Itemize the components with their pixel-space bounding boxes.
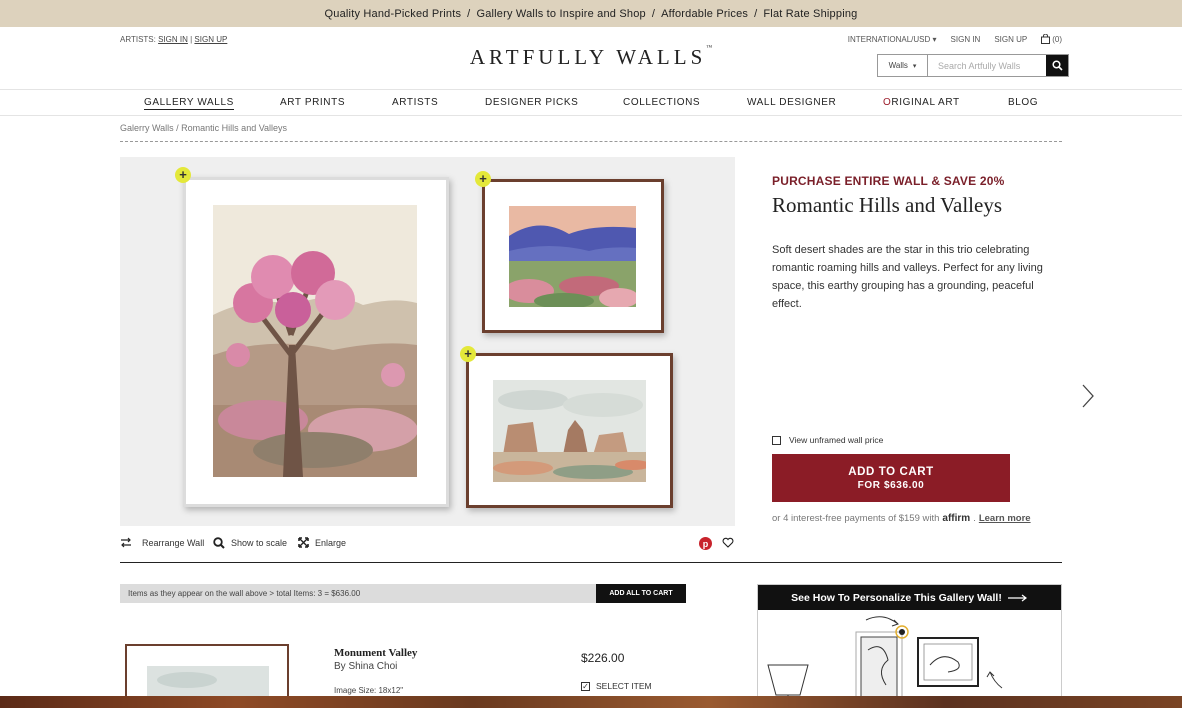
pinterest-icon: p <box>699 537 712 550</box>
add-item-plus-icon[interactable]: + <box>175 167 191 183</box>
wall-tools: Rearrange Wall Show to scale Enlarge p <box>120 537 738 553</box>
artwork-image-joshua-tree <box>213 205 417 477</box>
next-wall-arrow[interactable] <box>1081 383 1095 414</box>
artwork-frame-joshua-tree[interactable] <box>183 177 449 507</box>
affirm-financing: or 4 interest-free payments of $159 with… <box>772 513 1031 524</box>
unframed-label: View unframed wall price <box>789 435 884 445</box>
add-item-plus-icon[interactable]: + <box>460 346 476 362</box>
nav-wall-designer[interactable]: WALL DESIGNER <box>747 97 836 108</box>
nav-artists[interactable]: ARTISTS <box>392 97 438 108</box>
logo-text: ARTFULLY WALLS <box>469 45 707 69</box>
arrow-right-icon <box>1007 594 1027 601</box>
items-summary-bar: Items as they appear on the wall above >… <box>120 584 596 603</box>
select-item-checkbox[interactable]: ✓ <box>581 681 590 691</box>
shopping-bag-icon <box>1041 34 1051 44</box>
gallery-wall-preview: + + + <box>120 157 735 526</box>
trademark-symbol: ™ <box>706 45 713 51</box>
caret-down-icon: ▾ <box>912 62 917 70</box>
show-to-scale-button[interactable]: Show to scale <box>213 537 287 549</box>
bottom-decor-strip <box>0 696 1182 708</box>
dashed-divider <box>120 141 1062 142</box>
search-icon <box>1051 60 1063 71</box>
promo-item: Quality Hand-Picked Prints <box>324 7 462 20</box>
nav-label-rest: RIGINAL ART <box>891 97 960 108</box>
promo-item: Affordable Prices <box>661 7 749 20</box>
wall-discount-headline: PURCHASE ENTIRE WALL & SAVE 20% <box>772 174 1005 188</box>
expand-icon <box>298 537 309 548</box>
search-button[interactable] <box>1046 55 1068 76</box>
region-label: INTERNATIONAL/USD <box>847 34 931 44</box>
nav-art-prints[interactable]: ART PRINTS <box>280 97 345 108</box>
artwork-frame-mountain-landscape[interactable] <box>482 179 664 333</box>
personalize-promo-card[interactable]: See How To Personalize This Gallery Wall… <box>757 584 1062 708</box>
cart-button[interactable]: (0) <box>1041 34 1062 44</box>
nav-collections[interactable]: COLLECTIONS <box>623 97 700 108</box>
nav-gallery-walls[interactable]: GALLERY WALLS <box>144 97 234 110</box>
unframed-price-toggle[interactable]: View unframed wall price <box>772 435 883 445</box>
enlarge-label: Enlarge <box>315 537 347 548</box>
search-category-select[interactable]: Walls ▾ <box>878 55 928 76</box>
artist-sign-up-link[interactable]: SIGN UP <box>194 35 227 44</box>
promo-separator: / <box>651 7 656 20</box>
add-to-cart-price: FOR $636.00 <box>857 479 925 491</box>
promo-separator: / <box>754 7 758 20</box>
add-all-to-cart-button[interactable]: ADD ALL TO CART <box>596 584 686 603</box>
heart-icon <box>722 537 734 548</box>
artist-account-links: ARTISTS: SIGN IN | SIGN UP <box>120 35 227 44</box>
rearrange-arrows-icon <box>121 537 131 548</box>
section-divider <box>120 562 1062 563</box>
search-category-value: Walls <box>888 61 908 70</box>
product-description: Soft desert shades are the star in this … <box>772 244 1043 310</box>
chevron-right-icon <box>1082 384 1094 408</box>
enlarge-button[interactable]: Enlarge <box>298 537 346 548</box>
sign-in-link[interactable]: SIGN IN <box>951 35 981 44</box>
select-item-toggle[interactable]: ✓ SELECT ITEM <box>581 681 652 691</box>
cart-count: (0) <box>1052 34 1062 44</box>
artist-link-separator: | <box>190 35 193 44</box>
artwork-image-monument-valley <box>493 380 646 482</box>
caret-down-icon: ▾ <box>932 34 937 44</box>
promo-bar: Quality Hand-Picked Prints / Gallery Wal… <box>0 0 1182 27</box>
personalize-title: See How To Personalize This Gallery Wall… <box>791 591 1002 604</box>
pinterest-share-button[interactable]: p <box>699 537 712 550</box>
add-to-cart-button[interactable]: ADD TO CART FOR $636.00 <box>772 454 1010 502</box>
artwork-frame-monument-valley[interactable] <box>466 353 673 508</box>
product-title: Romantic Hills and Valleys <box>772 193 1003 217</box>
item-artist[interactable]: By Shina Choi <box>334 661 397 672</box>
promo-separator: / <box>467 7 471 20</box>
artists-label: ARTISTS: <box>120 35 156 44</box>
magnifier-icon <box>213 537 225 549</box>
promo-item: Gallery Walls to Inspire and Shop <box>476 7 646 20</box>
account-links: INTERNATIONAL/USD ▾ SIGN IN SIGN UP (0) <box>848 34 1062 44</box>
item-name[interactable]: Monument Valley <box>334 647 417 659</box>
show-scale-label: Show to scale <box>231 538 288 548</box>
unframed-checkbox[interactable] <box>772 435 781 445</box>
nav-original-art[interactable]: ORIGINAL ART <box>883 97 960 108</box>
nav-blog[interactable]: BLOG <box>1008 97 1038 108</box>
promo-item: Flat Rate Shipping <box>763 7 858 20</box>
add-to-cart-label: ADD TO CART <box>848 465 934 478</box>
search-input[interactable]: Search Artfully Walls <box>928 55 1046 76</box>
nav-designer-picks[interactable]: DESIGNER PICKS <box>485 97 578 108</box>
personalize-illustration <box>758 610 1061 707</box>
search-bar: Walls ▾ Search Artfully Walls <box>877 54 1069 77</box>
main-nav: GALLERY WALLS ART PRINTS ARTISTS DESIGNE… <box>0 89 1182 116</box>
rearrange-label: Rearrange Wall <box>142 537 205 548</box>
personalize-title-bar: See How To Personalize This Gallery Wall… <box>758 585 1061 610</box>
affirm-text: or 4 interest-free payments of $159 with <box>772 513 940 524</box>
affirm-logo: affirm <box>942 513 971 524</box>
select-item-label: SELECT ITEM <box>596 681 652 691</box>
artwork-image-mountain-landscape <box>509 206 636 307</box>
affirm-learn-more-link[interactable]: Learn more <box>979 513 1031 524</box>
svg-text:p: p <box>703 539 709 549</box>
sign-up-link[interactable]: SIGN UP <box>994 35 1027 44</box>
breadcrumb[interactable]: Galerry Walls / Romantic Hills and Valle… <box>120 123 287 133</box>
favorite-button[interactable] <box>722 537 734 548</box>
artist-sign-in-link[interactable]: SIGN IN <box>158 35 188 44</box>
item-size: Image Size: 18x12" <box>334 686 404 695</box>
item-price: $226.00 <box>581 651 625 665</box>
rearrange-wall-button[interactable]: Rearrange Wall <box>120 537 204 548</box>
region-selector[interactable]: INTERNATIONAL/USD ▾ <box>848 35 937 44</box>
add-item-plus-icon[interactable]: + <box>475 171 491 187</box>
